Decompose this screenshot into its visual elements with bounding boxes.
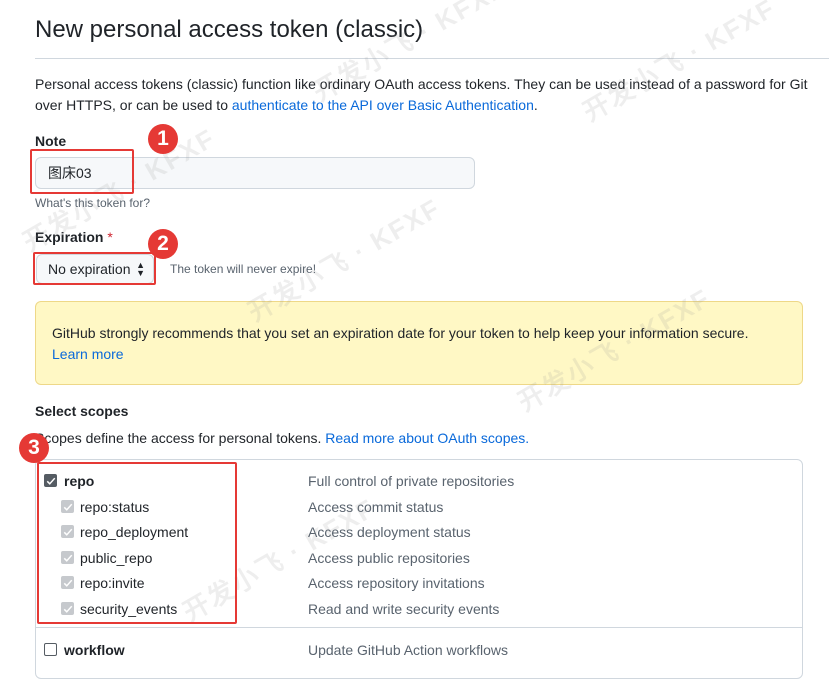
annotation-badge-1: 1: [148, 124, 178, 154]
page-title: New personal access token (classic): [35, 16, 424, 43]
scope-row-public-repo: public_repo Access public repositories: [36, 545, 802, 570]
oauth-scopes-link[interactable]: Read more about OAuth scopes.: [325, 430, 529, 446]
expiration-label: Expiration *: [35, 229, 113, 245]
expiration-hint: The token will never expire!: [170, 262, 317, 276]
scope-group-divider: [36, 627, 802, 628]
intro-end: .: [533, 97, 538, 113]
basic-auth-link[interactable]: authenticate to the API over Basic Authe…: [232, 97, 534, 113]
scope-row-workflow: workflow Update GitHub Action workflows: [36, 637, 802, 662]
scope-checkbox[interactable]: [44, 474, 57, 487]
scope-checkbox[interactable]: [61, 551, 74, 564]
title-divider: [35, 58, 829, 59]
scopes-description: Scopes define the access for personal to…: [35, 428, 815, 449]
annotation-badge-2: 2: [148, 229, 178, 259]
checkmark-icon: [63, 527, 73, 537]
scope-description: Access public repositories: [308, 549, 470, 566]
note-label: Note: [35, 133, 67, 149]
scope-checkbox[interactable]: [61, 500, 74, 513]
scope-name: repo_deployment: [80, 523, 189, 540]
scopes-list: repo Full control of private repositories…: [35, 459, 803, 679]
note-hint: What's this token for?: [35, 196, 151, 210]
checkmark-icon: [63, 502, 73, 512]
scope-row-repo-deployment: repo_deployment Access deployment status: [36, 519, 802, 544]
scope-description: Full control of private repositories: [308, 472, 515, 489]
scope-row-repo-status: repo:status Access commit status: [36, 494, 802, 519]
checkmark-icon: [46, 476, 56, 486]
checkmark-icon: [63, 578, 73, 588]
scope-description: Access deployment status: [308, 523, 471, 540]
learn-more-link[interactable]: Learn more: [52, 346, 124, 362]
scopes-desc-text: Scopes define the access for personal to…: [35, 430, 326, 446]
scope-row-repo-invite: repo:invite Access repository invitations: [36, 570, 802, 595]
scopes-heading: Select scopes: [35, 403, 129, 419]
checkmark-icon: [63, 604, 73, 614]
scope-name: public_repo: [80, 549, 153, 566]
scope-description: Access commit status: [308, 498, 444, 515]
scope-name: workflow: [64, 641, 125, 658]
warning-text: GitHub strongly recommends that you set …: [52, 325, 749, 341]
scope-checkbox[interactable]: [44, 643, 57, 656]
scope-name: repo:invite: [80, 574, 145, 591]
scope-checkbox[interactable]: [61, 602, 74, 615]
scope-checkbox[interactable]: [61, 576, 74, 589]
note-input[interactable]: [35, 157, 475, 189]
scope-row-security-events: security_events Read and write security e…: [36, 596, 802, 621]
expiration-warning: GitHub strongly recommends that you set …: [35, 301, 803, 385]
required-mark: *: [107, 229, 113, 245]
scope-name: repo: [64, 472, 95, 489]
expiration-selected-value: No expiration: [48, 261, 131, 277]
scope-description: Update GitHub Action workflows: [308, 641, 508, 658]
select-caret-icon: ▲ ▼: [136, 260, 145, 278]
scope-row-repo: repo Full control of private repositories: [36, 468, 802, 493]
scope-description: Access repository invitations: [308, 574, 485, 591]
checkmark-icon: [63, 553, 73, 563]
expiration-label-text: Expiration: [35, 229, 104, 245]
expiration-select[interactable]: No expiration ▲ ▼: [36, 254, 154, 284]
scope-checkbox[interactable]: [61, 525, 74, 538]
scope-name: security_events: [80, 600, 178, 617]
intro-text: Personal access tokens (classic) functio…: [35, 74, 815, 116]
scope-description: Read and write security events: [308, 600, 500, 617]
scope-name: repo:status: [80, 498, 150, 515]
